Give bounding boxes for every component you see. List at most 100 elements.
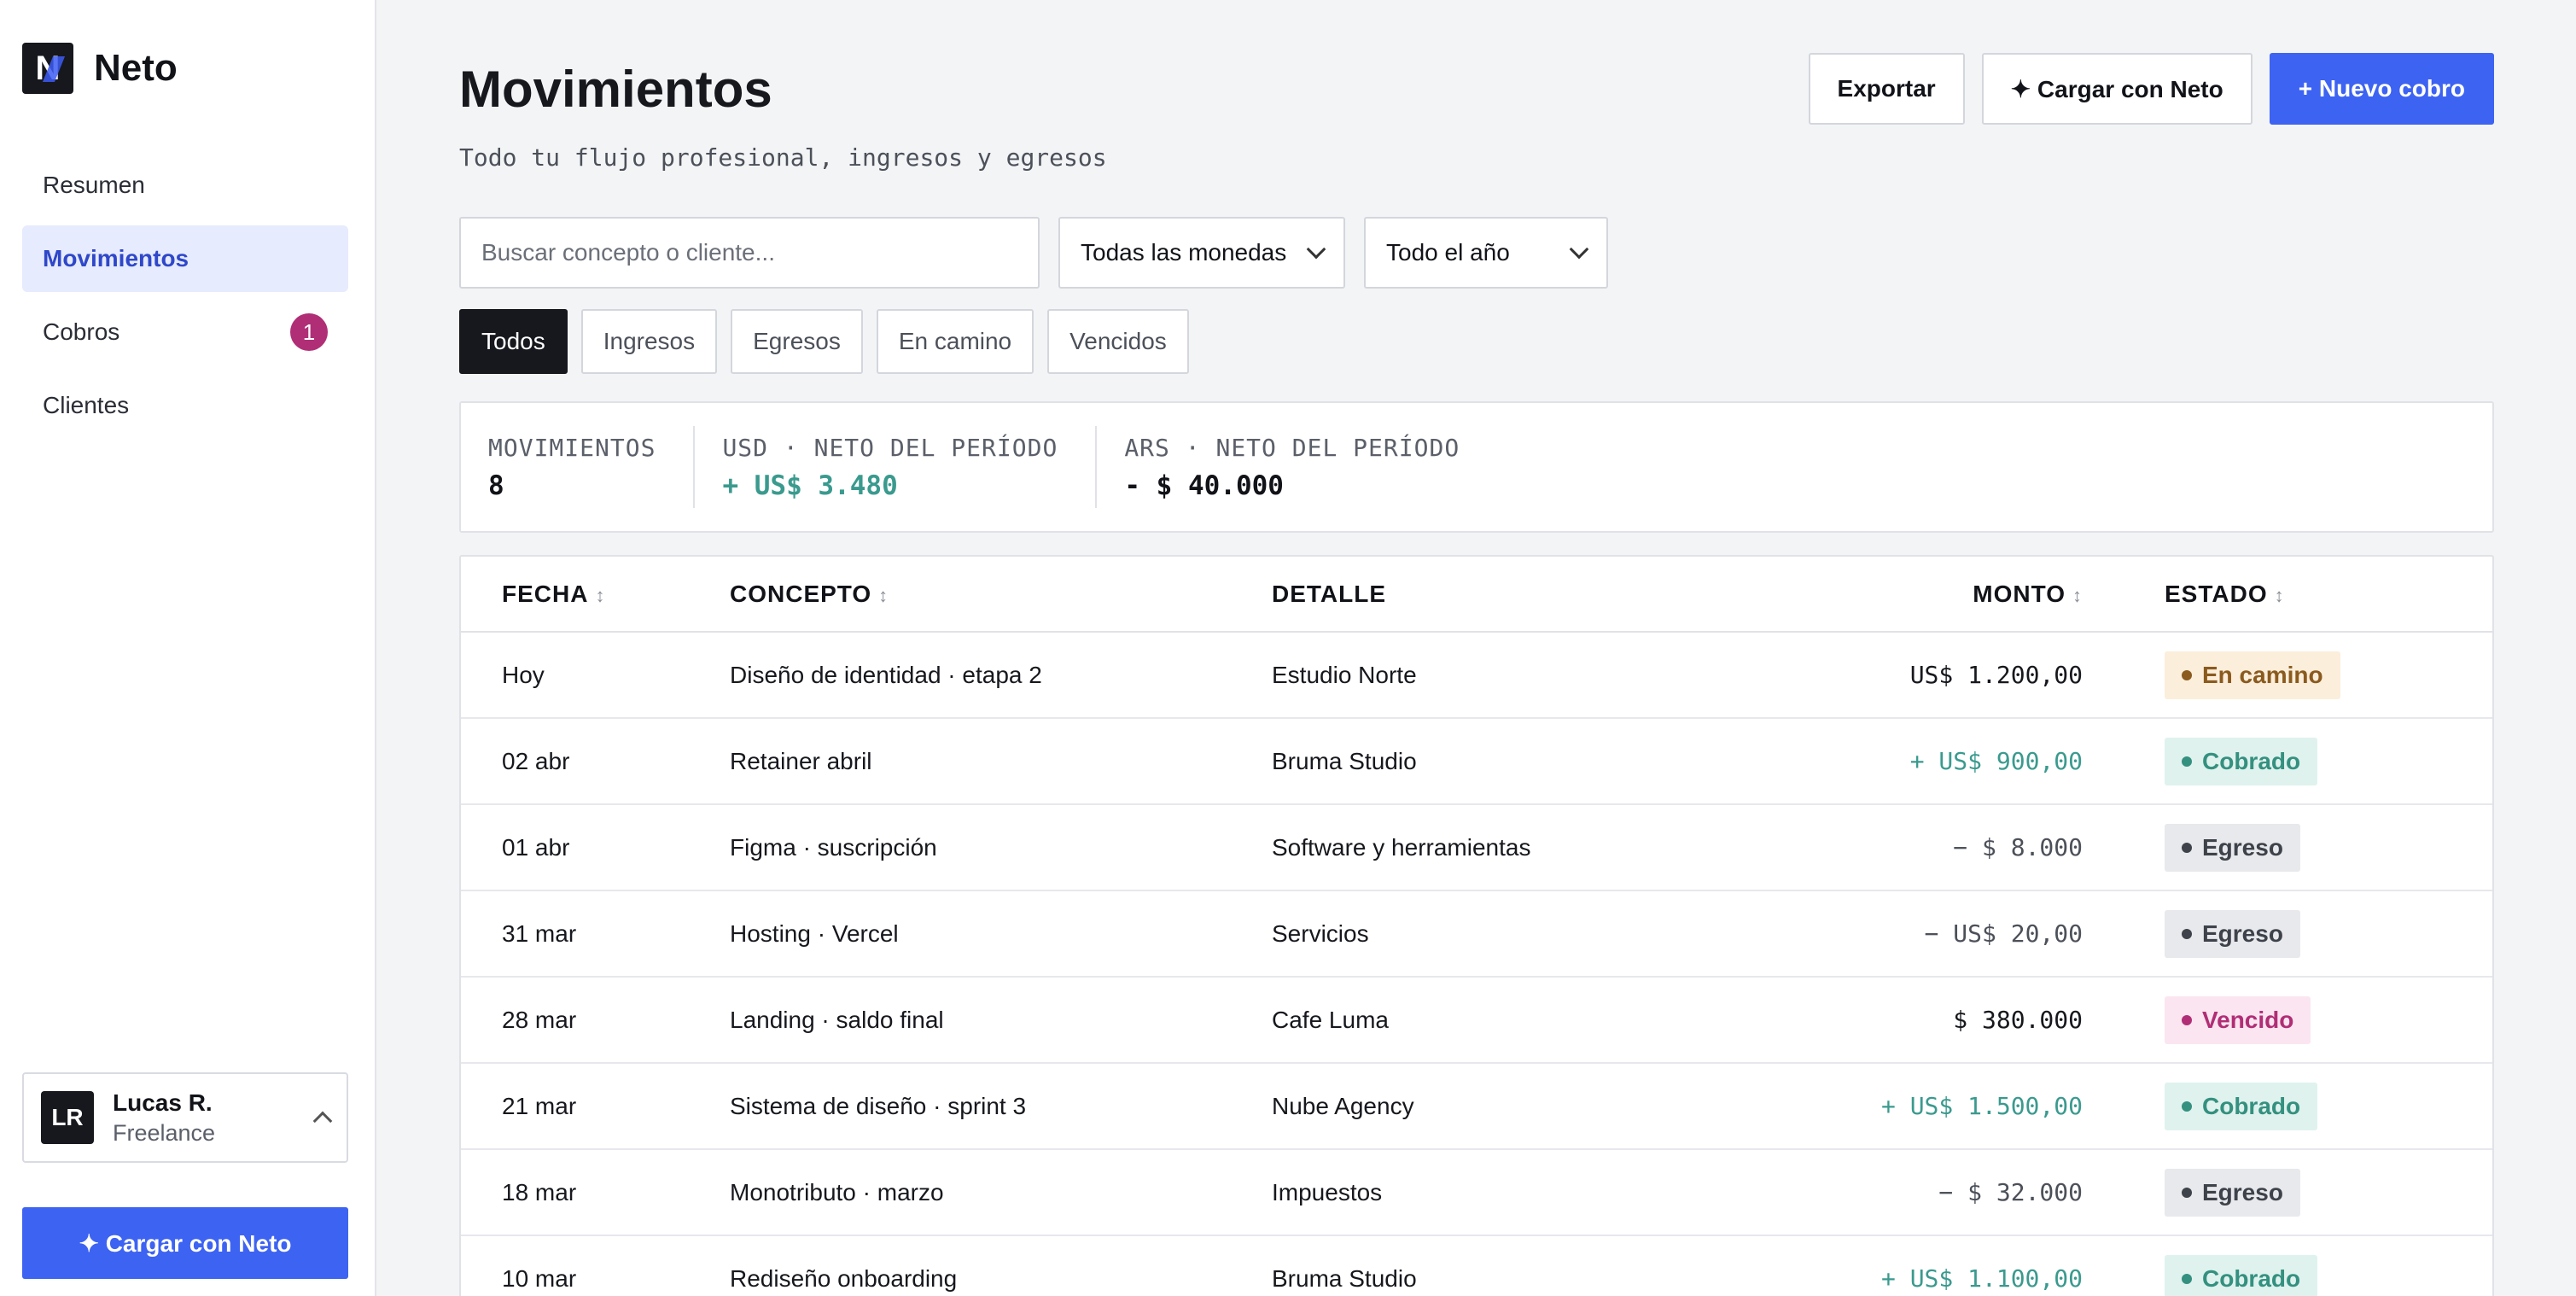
cell-concepto: Figma · suscripción bbox=[730, 804, 1272, 891]
status-badge: Cobrado bbox=[2165, 737, 2318, 785]
status-badge: Egreso bbox=[2165, 1168, 2300, 1217]
column-header-label: DETALLE bbox=[1272, 580, 1387, 607]
stat-value: 8 bbox=[488, 470, 504, 501]
sidebar-item-label: Movimientos bbox=[43, 245, 189, 271]
sidebar-item-label: Clientes bbox=[43, 392, 130, 418]
cell-fecha: Hoy bbox=[461, 632, 730, 719]
tab-en-camino[interactable]: En camino bbox=[876, 309, 1034, 374]
currency-select[interactable]: Todas las monedas bbox=[1058, 217, 1345, 289]
cell-fecha: 01 abr bbox=[461, 804, 730, 891]
cell-monto: + US$ 1.500,00 bbox=[1681, 1063, 2083, 1150]
status-badge-label: Cobrado bbox=[2202, 1264, 2301, 1292]
column-header-concepto[interactable]: CONCEPTO ↕ bbox=[730, 557, 1272, 633]
column-header-detalle: DETALLE bbox=[1272, 557, 1681, 633]
table-row[interactable]: 28 mar Landing · saldo final Cafe Luma $… bbox=[461, 977, 2492, 1064]
cell-monto: $ 380.000 bbox=[1681, 977, 2083, 1064]
sort-icon: ↕ bbox=[595, 584, 606, 606]
stat-label: ARS · NETO DEL PERÍODO bbox=[1124, 433, 1460, 462]
cell-detalle: Estudio Norte bbox=[1272, 632, 1681, 719]
cell-concepto: Sistema de diseño · sprint 3 bbox=[730, 1063, 1272, 1150]
sidebar-item-label: Resumen bbox=[43, 172, 145, 198]
table-row[interactable]: 31 mar Hosting · Vercel Servicios − US$ … bbox=[461, 890, 2492, 978]
cell-fecha: 21 mar bbox=[461, 1063, 730, 1150]
table-header-row: FECHA ↕ CONCEPTO ↕ DETALLE MONTO ↕ ESTADO ↕ bbox=[461, 557, 2492, 633]
cell-fecha: 18 mar bbox=[461, 1149, 730, 1236]
cell-monto: US$ 1.200,00 bbox=[1681, 632, 2083, 719]
cell-fecha: 02 abr bbox=[461, 718, 730, 805]
status-badge-label: Egreso bbox=[2202, 833, 2283, 861]
status-badge-label: Egreso bbox=[2202, 919, 2283, 947]
sidebar-item-resumen[interactable]: Resumen bbox=[22, 152, 348, 219]
movements-table: FECHA ↕ CONCEPTO ↕ DETALLE MONTO ↕ ESTADO ↕ … bbox=[459, 555, 2494, 1296]
search-input[interactable] bbox=[459, 217, 1040, 289]
page-title: Movimientos bbox=[459, 61, 772, 118]
status-badge: Cobrado bbox=[2165, 1254, 2318, 1296]
brand[interactable]: N Neto bbox=[22, 43, 178, 94]
header-actions: Exportar ✦ Cargar con Neto + Nuevo cobro bbox=[1808, 53, 2494, 125]
sort-icon: ↕ bbox=[2274, 584, 2285, 606]
tab-todos[interactable]: Todos bbox=[459, 309, 568, 374]
app-name: Neto bbox=[94, 47, 178, 89]
sidebar-item-clientes[interactable]: Clientes bbox=[22, 372, 348, 439]
avatar: LR bbox=[41, 1091, 94, 1144]
cell-monto: + US$ 1.100,00 bbox=[1681, 1235, 2083, 1296]
status-dot-icon bbox=[2182, 669, 2192, 680]
status-badge: Egreso bbox=[2165, 823, 2300, 872]
stat-label: MOVIMIENTOS bbox=[488, 433, 656, 462]
neto-logo-icon: N bbox=[22, 43, 73, 94]
cell-estado: Cobrado bbox=[2083, 718, 2492, 805]
sidebar-item-movimientos[interactable]: Movimientos bbox=[22, 225, 348, 292]
filters-bar: Todas las monedas Todo el año bbox=[459, 217, 1608, 289]
status-dot-icon bbox=[2182, 756, 2192, 767]
cell-detalle: Servicios bbox=[1272, 890, 1681, 978]
stat-label: USD · NETO DEL PERÍODO bbox=[722, 433, 1058, 462]
column-header-estado[interactable]: ESTADO ↕ bbox=[2083, 557, 2492, 633]
status-dot-icon bbox=[2182, 842, 2192, 853]
cell-estado: En camino bbox=[2083, 632, 2492, 719]
tab-egresos[interactable]: Egresos bbox=[731, 309, 863, 374]
table-row[interactable]: 01 abr Figma · suscripción Software y he… bbox=[461, 804, 2492, 891]
period-select[interactable]: Todo el año bbox=[1364, 217, 1608, 289]
cell-concepto: Rediseño onboarding bbox=[730, 1235, 1272, 1296]
column-header-fecha[interactable]: FECHA ↕ bbox=[461, 557, 730, 633]
cell-fecha: 28 mar bbox=[461, 977, 730, 1064]
table-row[interactable]: Hoy Diseño de identidad · etapa 2 Estudi… bbox=[461, 632, 2492, 719]
table-row[interactable]: 02 abr Retainer abril Bruma Studio + US$… bbox=[461, 718, 2492, 805]
sidebar-cargar-con-neto-button[interactable]: ✦ Cargar con Neto bbox=[22, 1207, 348, 1279]
column-header-label: MONTO bbox=[1973, 580, 2066, 607]
currency-select-value: Todas las monedas bbox=[1081, 239, 1287, 266]
cell-concepto: Diseño de identidad · etapa 2 bbox=[730, 632, 1272, 719]
sidebar-item-cobros[interactable]: Cobros 1 bbox=[22, 299, 348, 365]
cell-estado: Egreso bbox=[2083, 890, 2492, 978]
table-row[interactable]: 21 mar Sistema de diseño · sprint 3 Nube… bbox=[461, 1063, 2492, 1150]
stat-ars-neto: ARS · NETO DEL PERÍODO - $ 40.000 bbox=[1097, 426, 1497, 508]
cell-detalle: Nube Agency bbox=[1272, 1063, 1681, 1150]
cargar-con-neto-button[interactable]: ✦ Cargar con Neto bbox=[1981, 53, 2253, 125]
chevron-down-icon bbox=[1569, 239, 1589, 260]
status-badge: Egreso bbox=[2165, 909, 2300, 958]
user-menu[interactable]: LR Lucas R. Freelance bbox=[22, 1072, 348, 1163]
cell-monto: − $ 8.000 bbox=[1681, 804, 2083, 891]
cell-concepto: Landing · saldo final bbox=[730, 977, 1272, 1064]
export-button[interactable]: Exportar bbox=[1808, 53, 1965, 125]
status-dot-icon bbox=[2182, 1014, 2192, 1025]
new-cobro-button[interactable]: + Nuevo cobro bbox=[2269, 53, 2494, 125]
cell-detalle: Cafe Luma bbox=[1272, 977, 1681, 1064]
status-badge: Cobrado bbox=[2165, 1082, 2318, 1130]
tab-vencidos[interactable]: Vencidos bbox=[1047, 309, 1189, 374]
sort-icon: ↕ bbox=[2072, 584, 2083, 606]
sidebar-item-label: Cobros bbox=[43, 318, 120, 345]
cell-monto: − US$ 20,00 bbox=[1681, 890, 2083, 978]
cell-estado: Cobrado bbox=[2083, 1235, 2492, 1296]
sort-icon: ↕ bbox=[878, 584, 889, 606]
column-header-label: ESTADO bbox=[2165, 580, 2268, 607]
table-row[interactable]: 18 mar Monotributo · marzo Impuestos − $… bbox=[461, 1149, 2492, 1236]
column-header-monto[interactable]: MONTO ↕ bbox=[1681, 557, 2083, 633]
stat-usd-neto: USD · NETO DEL PERÍODO + US$ 3.480 bbox=[695, 426, 1098, 508]
status-dot-icon bbox=[2182, 928, 2192, 939]
status-badge-label: Cobrado bbox=[2202, 747, 2301, 774]
table-row[interactable]: 10 mar Rediseño onboarding Bruma Studio … bbox=[461, 1235, 2492, 1296]
column-header-label: CONCEPTO bbox=[730, 580, 872, 607]
tab-ingresos[interactable]: Ingresos bbox=[580, 309, 718, 374]
cell-fecha: 10 mar bbox=[461, 1235, 730, 1296]
